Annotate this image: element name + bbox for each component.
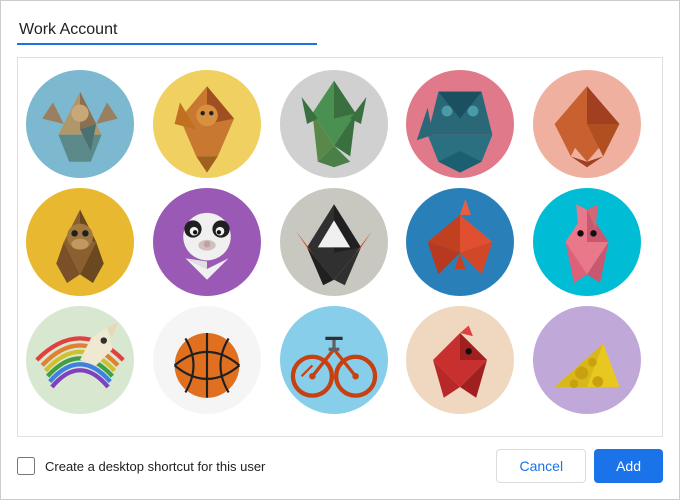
avatar-basketball[interactable] (153, 306, 261, 414)
avatar-panda[interactable] (153, 188, 261, 296)
account-name-input[interactable] (17, 17, 317, 45)
button-group: Cancel Add (496, 449, 663, 483)
avatar-unicorn[interactable] (26, 306, 134, 414)
avatar-fox[interactable] (533, 70, 641, 178)
dialog-container: Create a desktop shortcut for this user … (1, 1, 679, 499)
avatar-monkey[interactable] (26, 188, 134, 296)
avatar-dragon[interactable] (280, 70, 388, 178)
name-input-container (17, 17, 663, 45)
avatar-elephant[interactable] (406, 70, 514, 178)
add-button[interactable]: Add (594, 449, 663, 483)
avatar-crane[interactable] (406, 188, 514, 296)
checkbox-label: Create a desktop shortcut for this user (45, 459, 265, 474)
avatar-penguin[interactable] (280, 188, 388, 296)
avatar-bicycle[interactable] (280, 306, 388, 414)
avatar-red-bird[interactable] (406, 306, 514, 414)
desktop-shortcut-checkbox[interactable] (17, 457, 35, 475)
checkbox-container: Create a desktop shortcut for this user (17, 457, 265, 475)
avatar-scroll-area[interactable] (17, 57, 663, 437)
dialog-footer: Create a desktop shortcut for this user … (17, 449, 663, 483)
avatar-cat[interactable] (26, 70, 134, 178)
cancel-button[interactable]: Cancel (496, 449, 586, 483)
avatar-dog[interactable] (153, 70, 261, 178)
avatar-rabbit[interactable] (533, 188, 641, 296)
avatar-grid (26, 70, 654, 414)
avatar-cheese[interactable] (533, 306, 641, 414)
